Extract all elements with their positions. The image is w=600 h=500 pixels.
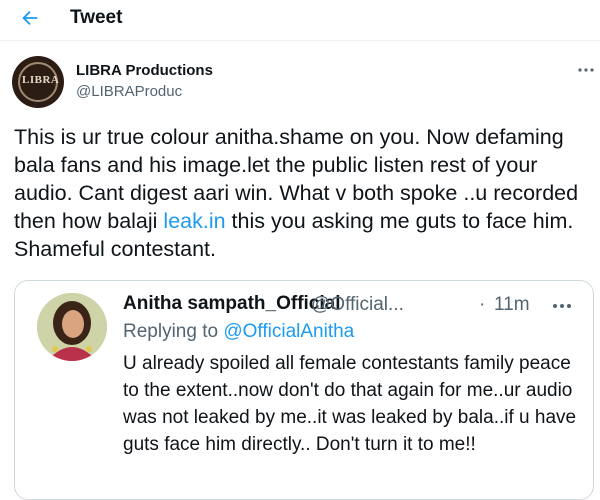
author-name[interactable]: LIBRA Productions (76, 62, 213, 79)
back-button[interactable] (18, 6, 42, 30)
quoted-author-avatar[interactable] (37, 293, 107, 361)
replying-mention[interactable]: @OfficialAnitha (223, 321, 354, 342)
quoted-tweet-text: U already spoiled all female contestants… (123, 353, 577, 455)
quoted-tweet[interactable]: Anitha sampath_Official @Official... · 1… (14, 280, 594, 500)
page-title: Tweet (70, 7, 123, 28)
avatar-logo-text: LIBRA (22, 74, 60, 86)
quoted-timestamp[interactable]: 11m (494, 294, 530, 316)
tweet-text: This is ur true colour anitha.shame on y… (14, 123, 594, 263)
more-icon[interactable] (551, 301, 573, 311)
tweet-header: Tweet (0, 0, 600, 40)
quoted-author-name[interactable]: Anitha sampath_Official (123, 293, 341, 315)
quoted-separator: · (479, 294, 486, 315)
arrow-left-icon (22, 10, 38, 26)
author-handle[interactable]: @LIBRAProduc (76, 83, 182, 100)
author-avatar[interactable]: LIBRA (12, 56, 64, 108)
header-divider (0, 40, 600, 41)
replying-to: Replying to @OfficialAnitha (123, 321, 354, 343)
tweet-link[interactable]: leak.in (163, 209, 225, 233)
more-icon[interactable] (576, 60, 596, 80)
quoted-author-handle[interactable]: @Official... (311, 294, 404, 316)
profile-photo (37, 293, 107, 361)
replying-prefix: Replying to (123, 321, 224, 342)
